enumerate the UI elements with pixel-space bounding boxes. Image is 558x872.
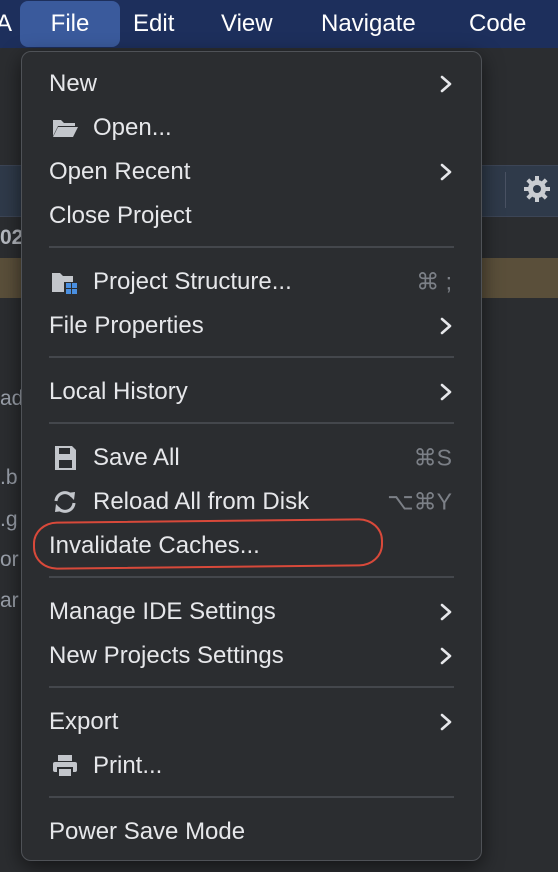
background-text: .g (0, 508, 18, 531)
menu-item-label: Open Recent (49, 158, 191, 185)
background-text: ar (0, 589, 19, 612)
menu-item-export[interactable]: Export (22, 700, 481, 744)
file-menu: New Open... Open Recent Close Project Pr… (21, 51, 482, 861)
menu-item-label: Open... (93, 114, 172, 141)
menu-item-manage-ide-settings[interactable]: Manage IDE Settings (22, 590, 481, 634)
chevron-right-icon (440, 713, 452, 731)
menu-item-file-properties[interactable]: File Properties (22, 304, 481, 348)
background-text: ad (0, 387, 24, 410)
menu-separator (49, 246, 454, 248)
reload-icon (54, 491, 76, 513)
menu-item-close-project[interactable]: Close Project (22, 194, 481, 238)
chevron-right-icon (440, 75, 452, 93)
menu-item-label: Export (49, 708, 119, 735)
menubar-item-navigate[interactable]: Navigate (321, 0, 416, 48)
menu-item-label: New (49, 70, 98, 97)
print-icon (53, 755, 77, 778)
menu-item-new[interactable]: New (22, 62, 481, 106)
menu-separator (49, 576, 454, 578)
menu-separator (49, 686, 454, 688)
menu-separator (49, 796, 454, 798)
menu-item-save-all[interactable]: Save All ⌘S (22, 436, 481, 480)
menu-item-open[interactable]: Open... (22, 106, 481, 150)
menubar-item-file[interactable]: File (20, 1, 120, 47)
menu-separator (49, 356, 454, 358)
menu-item-new-projects-settings[interactable]: New Projects Settings (22, 634, 481, 678)
folder-open-icon (53, 120, 78, 137)
gear-icon[interactable] (522, 174, 552, 204)
menu-item-label: New Projects Settings (49, 642, 284, 669)
menu-item-shortcut: ⌘ ; (416, 268, 452, 295)
chevron-right-icon (440, 383, 452, 401)
menubar-item-edit[interactable]: Edit (133, 0, 174, 48)
background-text: 02 (0, 226, 24, 249)
menubar-item-view[interactable]: View (221, 0, 273, 48)
menu-item-label: File Properties (49, 312, 204, 339)
menu-item-local-history[interactable]: Local History (22, 370, 481, 414)
menu-item-label: Reload All from Disk (93, 488, 310, 515)
background-text: .b (0, 466, 18, 489)
menu-item-label: Close Project (49, 202, 192, 229)
menu-item-label: Power Save Mode (49, 818, 246, 845)
highlight-annotation (32, 518, 384, 570)
menu-item-label: Local History (49, 378, 188, 405)
menu-item-power-save-mode[interactable]: Power Save Mode (22, 810, 481, 854)
chevron-right-icon (440, 163, 452, 181)
menu-bar: A File Edit View Navigate Code (0, 0, 558, 48)
menu-item-label: Print... (93, 752, 163, 779)
menu-item-print[interactable]: Print... (22, 744, 481, 788)
menu-item-label: Project Structure... (93, 268, 292, 295)
project-structure-icon (52, 273, 77, 294)
menu-item-shortcut: ⌥⌘Y (387, 488, 452, 515)
menu-item-reload-all-from-disk[interactable]: Reload All from Disk ⌥⌘Y (22, 480, 481, 524)
toolbar-divider (505, 172, 506, 208)
chevron-right-icon (440, 647, 452, 665)
menu-item-open-recent[interactable]: Open Recent (22, 150, 481, 194)
save-icon (55, 446, 76, 470)
menu-item-project-structure[interactable]: Project Structure... ⌘ ; (22, 260, 481, 304)
menu-item-label: Manage IDE Settings (49, 598, 276, 625)
chevron-right-icon (440, 603, 452, 621)
menu-item-shortcut: ⌘S (413, 444, 452, 471)
menu-separator (49, 422, 454, 424)
menu-item-label: Save All (93, 444, 180, 471)
menubar-item-app[interactable]: A (0, 0, 12, 48)
menubar-item-code[interactable]: Code (469, 0, 526, 48)
background-text: or (0, 548, 19, 571)
chevron-right-icon (440, 317, 452, 335)
